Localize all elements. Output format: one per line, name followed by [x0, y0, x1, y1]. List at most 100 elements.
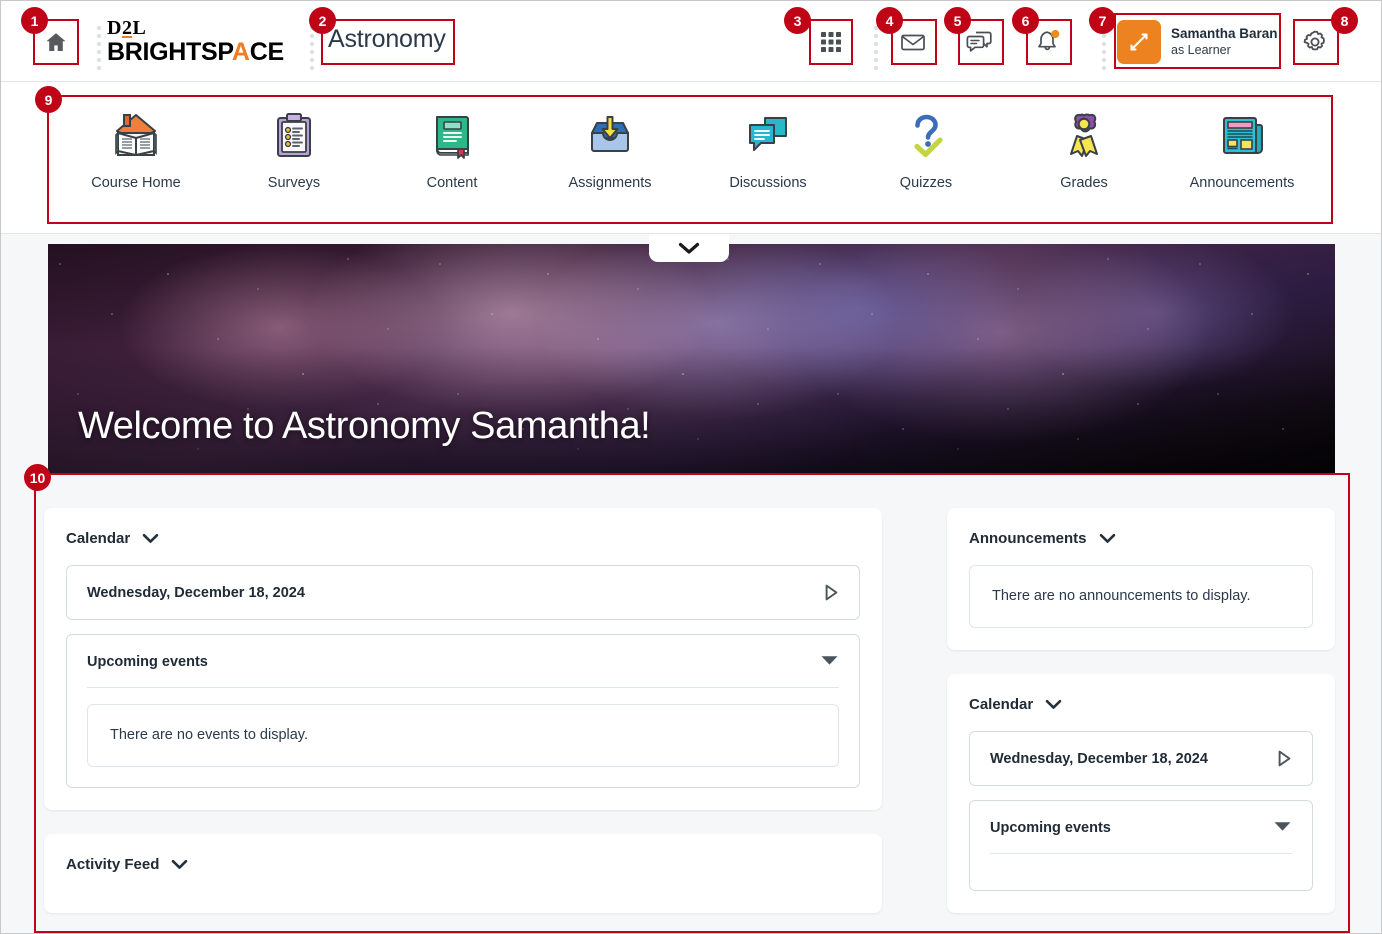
- user-name: Samantha Baran: [1171, 25, 1278, 41]
- logo-d2l-text: D2L: [107, 16, 147, 39]
- calendar-date-label: Wednesday, December 18, 2024: [990, 750, 1208, 767]
- award-ribbon-icon: [1054, 106, 1114, 166]
- home-icon: [46, 33, 66, 51]
- annotation-marker-1: 1: [21, 7, 48, 34]
- activity-feed-widget: Activity Feed: [44, 834, 882, 914]
- nav-item-course-home[interactable]: Course Home: [68, 90, 204, 191]
- annotation-marker-2: 2: [309, 7, 336, 34]
- hero-title: Welcome to Astronomy Samantha!: [78, 405, 651, 447]
- upcoming-events-box: Upcoming events There are no events to d…: [66, 634, 860, 789]
- chevron-down-icon[interactable]: [142, 533, 159, 544]
- role-switch-arrows-icon: [1130, 33, 1148, 51]
- inbox-down-arrow-icon: [580, 106, 640, 166]
- annotation-marker-3: 3: [784, 7, 811, 34]
- hero-collapse-button[interactable]: [649, 234, 729, 262]
- question-mark-check-icon: [896, 106, 956, 166]
- hero-banner: Welcome to Astronomy Samantha!: [48, 244, 1335, 474]
- calendar-widget-right: Calendar Wednesday, December 18, 2024 Up…: [947, 674, 1335, 914]
- course-navbar: Course Home Surveys Content Assignments …: [1, 82, 1381, 234]
- annotation-marker-10: 10: [24, 464, 51, 491]
- calendar-widget-header[interactable]: Calendar: [66, 530, 860, 547]
- widget-title: Announcements: [969, 530, 1087, 547]
- nav-label: Quizzes: [899, 175, 953, 191]
- widget-column-right: Announcements There are no announcements…: [947, 508, 1335, 914]
- triangle-down-icon[interactable]: [820, 653, 839, 671]
- upcoming-events-header[interactable]: Upcoming events: [87, 653, 839, 671]
- nav-label: Assignments: [568, 175, 652, 191]
- brightspace-logo[interactable]: D2L BRIGHTSPACE: [107, 14, 297, 69]
- chevron-down-icon[interactable]: [1099, 533, 1116, 544]
- annotation-marker-5: 5: [944, 7, 971, 34]
- nav-item-content[interactable]: Content: [384, 90, 520, 191]
- annotation-marker-4: 4: [876, 7, 903, 34]
- brightspace-course-home-page: D2L BRIGHTSPACE Astronomy Samantha Baran…: [0, 0, 1382, 934]
- widget-title: Calendar: [969, 696, 1034, 714]
- course-navbar-items: Course Home Surveys Content Assignments …: [48, 90, 1330, 226]
- nav-label: Announcements: [1189, 175, 1295, 191]
- announcements-widget-header[interactable]: Announcements: [969, 530, 1313, 547]
- triangle-down-icon[interactable]: [1273, 819, 1292, 837]
- nav-item-surveys[interactable]: Surveys: [226, 90, 362, 191]
- nav-label: Content: [426, 175, 478, 191]
- notification-badge-dot: [1051, 29, 1060, 39]
- user-role: as Learner: [1171, 42, 1231, 57]
- no-announcements-message: There are no announcements to display.: [969, 565, 1313, 629]
- annotation-marker-9: 9: [35, 86, 62, 113]
- role-switch-text: Samantha Baran as Learner: [1171, 26, 1278, 59]
- play-triangle-right-icon[interactable]: [1277, 750, 1292, 767]
- chevron-down-icon[interactable]: [171, 859, 188, 870]
- course-selector-button[interactable]: [810, 21, 852, 63]
- nav-item-quizzes[interactable]: Quizzes: [858, 90, 994, 191]
- course-title[interactable]: Astronomy: [328, 25, 446, 54]
- bell-icon: [1038, 29, 1060, 51]
- nav-label: Surveys: [267, 175, 321, 191]
- green-book-icon: [422, 106, 482, 166]
- upcoming-events-header[interactable]: Upcoming events: [990, 819, 1292, 837]
- calendar-widget-right-header[interactable]: Calendar: [969, 696, 1313, 713]
- gear-icon: [1303, 30, 1325, 51]
- annotation-marker-8: 8: [1331, 7, 1358, 34]
- divider: [87, 687, 839, 688]
- upcoming-events-box: Upcoming events: [969, 800, 1313, 892]
- announcements-widget: Announcements There are no announcements…: [947, 508, 1335, 651]
- no-events-message: There are no events to display.: [87, 704, 839, 768]
- play-triangle-right-icon[interactable]: [824, 584, 839, 601]
- header-separator-1: [96, 26, 101, 70]
- widget-title: Activity Feed: [66, 856, 160, 874]
- nav-item-assignments[interactable]: Assignments: [542, 90, 678, 191]
- settings-button[interactable]: [1294, 21, 1336, 63]
- calendar-date-row[interactable]: Wednesday, December 18, 2024: [969, 731, 1313, 787]
- grid-apps-icon: [821, 32, 841, 52]
- hero-banner-region: Welcome to Astronomy Samantha!: [1, 234, 1381, 474]
- widget-column-left: Calendar Wednesday, December 18, 2024 Up…: [44, 508, 882, 933]
- speech-bubbles-icon: [738, 106, 798, 166]
- upcoming-events-label: Upcoming events: [990, 820, 1111, 837]
- nav-item-discussions[interactable]: Discussions: [700, 90, 836, 191]
- upcoming-events-label: Upcoming events: [87, 654, 208, 670]
- role-switch-button[interactable]: Samantha Baran as Learner: [1117, 17, 1278, 67]
- activity-feed-widget-header[interactable]: Activity Feed: [66, 856, 860, 873]
- nav-label: Discussions: [729, 175, 807, 191]
- calendar-date-label: Wednesday, December 18, 2024: [87, 584, 305, 601]
- header-separator-2: [309, 26, 314, 70]
- annotation-marker-7: 7: [1089, 7, 1116, 34]
- logo-brightspace-text: BRIGHTSPACE: [107, 37, 284, 66]
- nav-label: Course Home: [91, 175, 181, 191]
- calendar-widget: Calendar Wednesday, December 18, 2024 Up…: [44, 508, 882, 811]
- role-switch-swatch: [1117, 20, 1161, 64]
- chevron-down-icon[interactable]: [1045, 699, 1062, 710]
- chevron-down-icon: [678, 242, 700, 254]
- chat-bubbles-icon: [966, 31, 992, 52]
- nav-item-announcements[interactable]: Announcements: [1174, 90, 1310, 191]
- widgets-region: Calendar Wednesday, December 18, 2024 Up…: [1, 474, 1381, 933]
- header-separator-3: [873, 26, 878, 70]
- house-open-book-icon: [106, 106, 166, 166]
- divider: [990, 853, 1292, 855]
- newspaper-icon: [1212, 106, 1272, 166]
- nav-item-grades[interactable]: Grades: [1016, 90, 1152, 191]
- clipboard-checklist-icon: [264, 106, 324, 166]
- calendar-date-row[interactable]: Wednesday, December 18, 2024: [66, 565, 860, 620]
- envelope-icon: [901, 34, 925, 51]
- widget-title: Calendar: [66, 530, 131, 547]
- global-header: D2L BRIGHTSPACE Astronomy Samantha Baran…: [1, 1, 1381, 82]
